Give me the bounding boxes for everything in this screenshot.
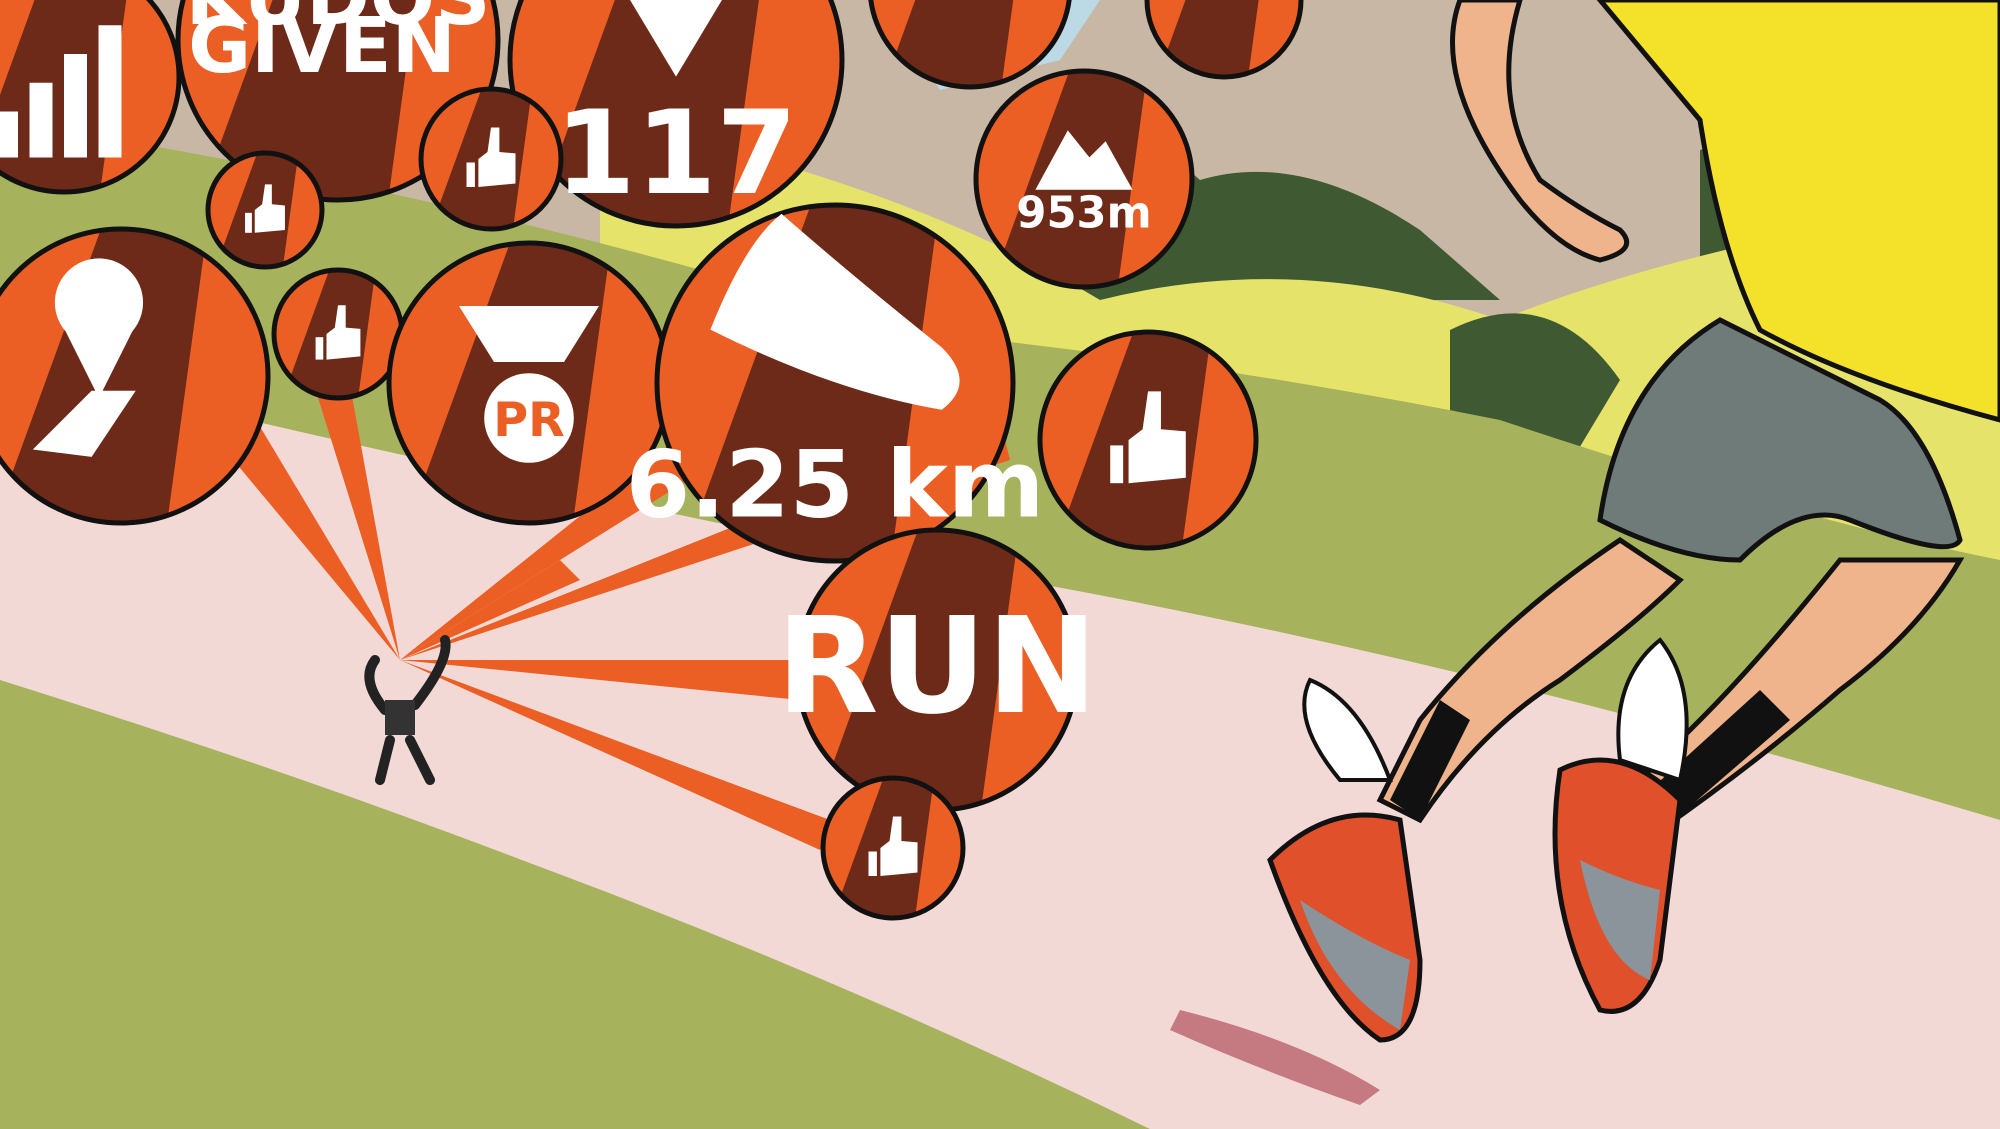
badge-label: GIVEN: [188, 2, 456, 91]
badge-label: 6.25 km: [626, 431, 1045, 539]
heart-rate-badge: 117: [507, 0, 845, 229]
badge-label: RUN: [776, 590, 1098, 744]
badge-label: 117: [555, 86, 798, 221]
badge-label: 953m: [1016, 189, 1151, 239]
thumbs-up-badge: [205, 150, 325, 270]
running-illustration: KUDOSGIVEN117953mPR6.25 kmRUN: [0, 0, 2000, 1129]
illustration-scene: KUDOSGIVEN117953mPR6.25 kmRUN: [0, 0, 2000, 1129]
pr-label: PR: [493, 393, 565, 448]
